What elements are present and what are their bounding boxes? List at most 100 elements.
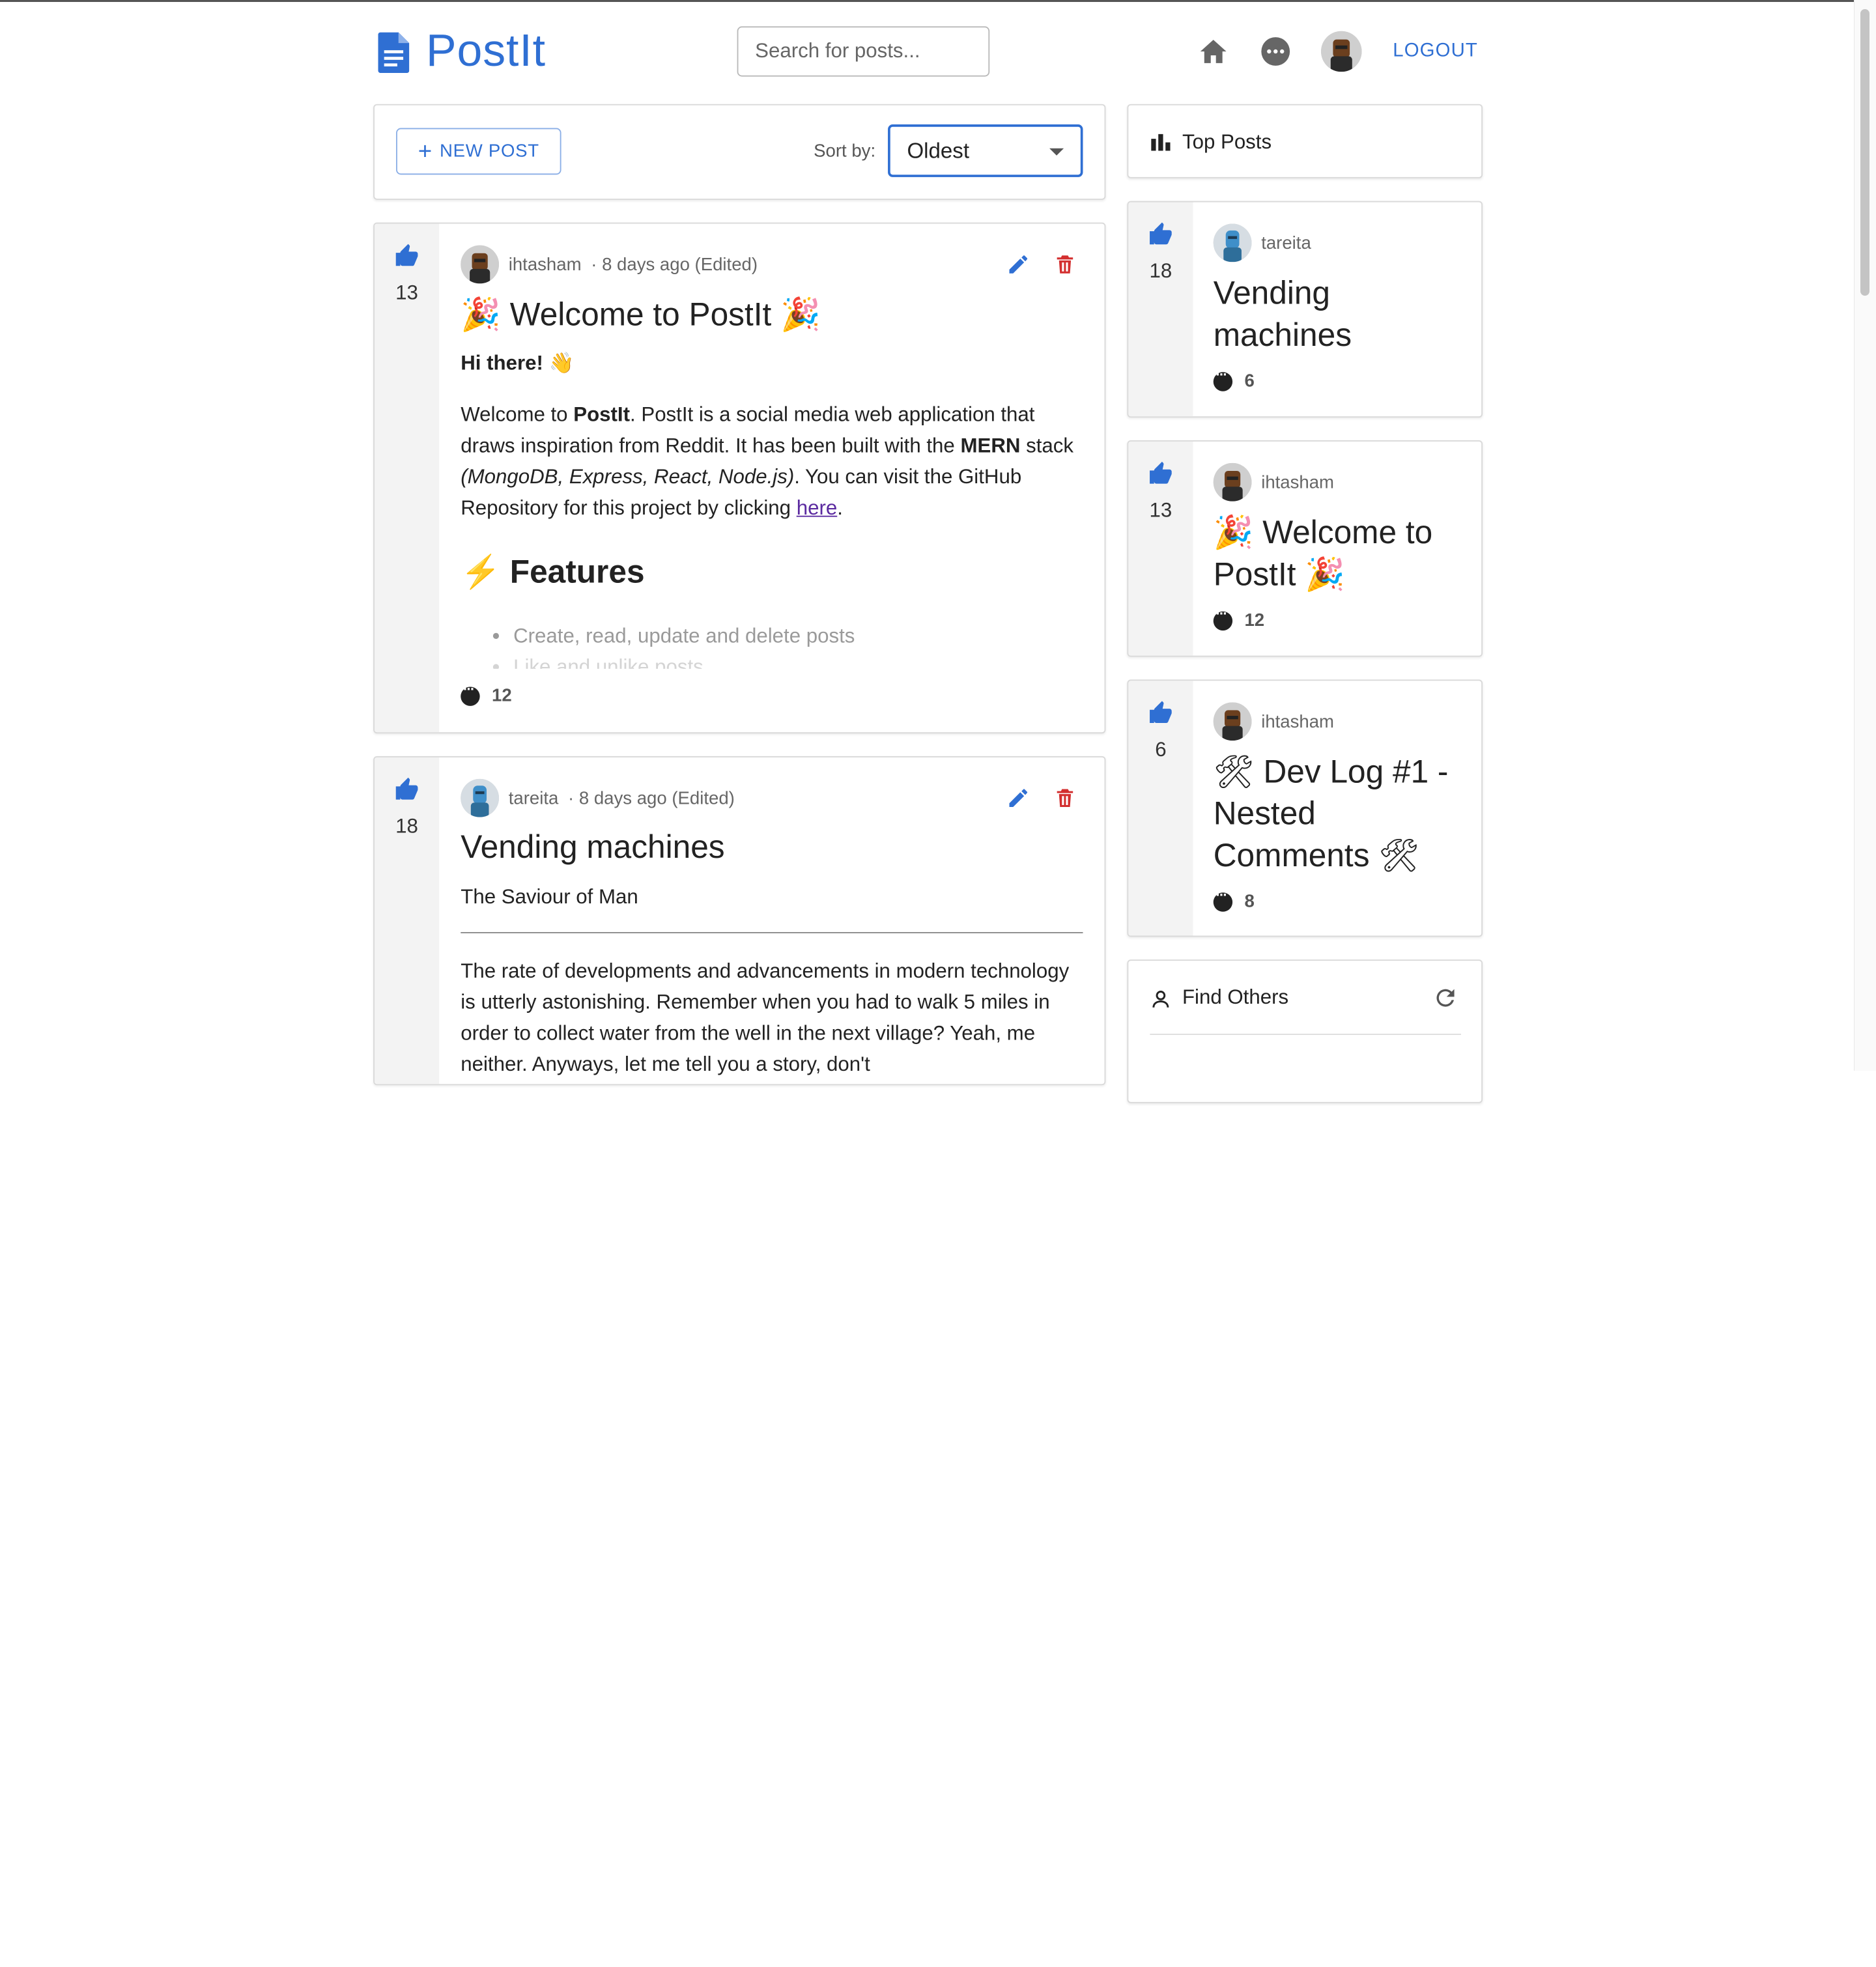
feature-item: Like and unlike posts <box>513 652 1088 669</box>
post-timestamp: · 8 days ago (Edited) <box>568 787 735 808</box>
top-post-card[interactable]: 6 ihtasham 🛠 Dev Log #1 - Nested Comment… <box>1127 679 1483 937</box>
author-avatar[interactable] <box>1213 462 1252 502</box>
like-count: 18 <box>395 814 418 838</box>
body-stack-list: (MongoDB, Express, React, Node.js) <box>461 465 795 488</box>
author-name[interactable]: ihtasham <box>1261 711 1334 731</box>
avatar-image <box>1213 223 1252 262</box>
find-others-card: Find Others <box>1127 959 1483 1103</box>
comment-count[interactable]: 12 <box>1213 605 1265 631</box>
post-meta: ihtasham <box>1213 462 1334 502</box>
post-meta: tareita <box>1213 223 1311 262</box>
find-others-label: Find Others <box>1182 985 1289 1009</box>
scrollbar-thumb[interactable] <box>1860 9 1869 296</box>
top-post-title[interactable]: 🛠 Dev Log #1 - Nested Comments 🛠 <box>1214 752 1465 877</box>
document-icon <box>378 31 410 73</box>
new-post-label: NEW POST <box>439 141 539 162</box>
author-name[interactable]: ihtasham <box>1261 472 1334 492</box>
edit-icon[interactable] <box>1006 786 1030 810</box>
like-count: 13 <box>1149 499 1172 522</box>
post-meta: ihtasham · 8 days ago (Edited) <box>461 245 758 284</box>
post-subtitle: The Saviour of Man <box>461 885 638 909</box>
comment-count[interactable]: 6 <box>1213 365 1255 391</box>
comment-count-value: 8 <box>1244 891 1255 912</box>
top-post-title[interactable]: Vending machines <box>1214 273 1453 357</box>
author-name[interactable]: ihtasham <box>509 254 582 274</box>
like-icon[interactable] <box>393 243 419 269</box>
post-body: Welcome to PostIt. PostIt is a social me… <box>461 400 1085 524</box>
messages-icon[interactable] <box>1260 36 1291 67</box>
vote-column: 18 <box>1128 202 1193 417</box>
top-posts-label: Top Posts <box>1182 130 1272 154</box>
like-count: 18 <box>1149 259 1172 283</box>
post-title[interactable]: 🎉 Welcome to PostIt 🎉 <box>461 296 821 334</box>
comment-icon <box>1213 886 1233 911</box>
vote-column: 18 <box>374 757 440 1084</box>
edit-icon[interactable] <box>1006 253 1030 277</box>
avatar-image <box>461 245 500 284</box>
divider <box>461 932 1083 933</box>
sort-select[interactable]: Oldest <box>888 124 1083 177</box>
post-timestamp: · 8 days ago (Edited) <box>591 254 758 275</box>
search-input[interactable] <box>737 26 990 77</box>
home-icon[interactable] <box>1198 36 1229 67</box>
comment-count-value: 6 <box>1244 371 1255 391</box>
author-avatar[interactable] <box>461 245 500 284</box>
page: PostIt LOGOUT + NEW POST Sort by: Oldest <box>0 0 1876 1967</box>
post-meta: tareita · 8 days ago (Edited) <box>461 778 735 817</box>
post-body: The rate of developments and advancement… <box>461 959 1070 1076</box>
top-posts-header: Top Posts <box>1127 104 1483 178</box>
post-greeting: Hi there! 👋 <box>461 352 575 375</box>
like-icon[interactable] <box>1148 460 1174 487</box>
author-avatar[interactable] <box>461 778 500 817</box>
divider <box>1150 1034 1461 1036</box>
author-avatar[interactable] <box>1213 702 1252 741</box>
comment-count-value: 12 <box>1244 610 1265 631</box>
body-stack: stack <box>1020 434 1074 457</box>
sort-label: Sort by: <box>814 141 876 162</box>
feature-item: Create, read, update and delete posts <box>513 621 1088 652</box>
avatar-image <box>1213 462 1252 502</box>
app-name: PostIt <box>425 26 546 77</box>
like-icon[interactable] <box>1148 221 1174 248</box>
avatar-image <box>1213 702 1252 741</box>
avatar-image <box>1321 31 1362 72</box>
sort-value: Oldest <box>907 138 970 162</box>
logout-button[interactable]: LOGOUT <box>1393 40 1478 62</box>
post-card[interactable]: 18 tareita · 8 days ago (Edited) Vending… <box>373 756 1106 1086</box>
delete-icon[interactable] <box>1053 253 1077 277</box>
author-name[interactable]: tareita <box>509 788 559 808</box>
top-post-card[interactable]: 13 ihtasham 🎉 Welcome to PostIt 🎉 12 <box>1127 440 1483 657</box>
post-card[interactable]: 13 ihtasham · 8 days ago (Edited) 🎉 Welc… <box>373 222 1106 734</box>
bar-chart-icon <box>1151 134 1171 151</box>
refresh-icon[interactable] <box>1432 985 1458 1011</box>
author-name[interactable]: tareita <box>1261 233 1311 253</box>
body-intro: Welcome to <box>461 403 574 426</box>
vote-column: 6 <box>1128 681 1193 936</box>
post-title[interactable]: Vending machines <box>461 829 724 866</box>
app-logo[interactable]: PostIt <box>378 26 545 78</box>
body-brand: PostIt <box>573 403 631 426</box>
body-mern: MERN <box>960 434 1021 457</box>
features-heading: ⚡ Features <box>461 554 645 590</box>
like-icon[interactable] <box>1148 700 1174 726</box>
comment-icon <box>1213 365 1233 391</box>
vote-column: 13 <box>1128 441 1193 656</box>
top-post-card[interactable]: 18 tareita Vending machines 6 <box>1127 201 1483 418</box>
user-avatar[interactable] <box>1321 31 1362 72</box>
comment-icon <box>1213 605 1233 630</box>
like-icon[interactable] <box>393 776 419 802</box>
delete-icon[interactable] <box>1053 786 1077 810</box>
comment-count[interactable]: 8 <box>1213 886 1255 912</box>
github-link[interactable]: here <box>797 496 838 519</box>
top-post-title[interactable]: 🎉 Welcome to PostIt 🎉 <box>1214 512 1453 596</box>
comment-count[interactable]: 12 <box>461 680 512 706</box>
body-period: . <box>837 496 843 520</box>
features-list: Create, read, update and delete posts Li… <box>461 621 1088 669</box>
plus-icon: + <box>418 138 433 165</box>
person-icon <box>1152 991 1169 1008</box>
author-avatar[interactable] <box>1213 223 1252 262</box>
new-post-button[interactable]: + NEW POST <box>396 128 561 175</box>
chevron-down-icon <box>1049 148 1064 156</box>
comment-icon <box>461 680 480 705</box>
like-count: 6 <box>1155 738 1167 761</box>
